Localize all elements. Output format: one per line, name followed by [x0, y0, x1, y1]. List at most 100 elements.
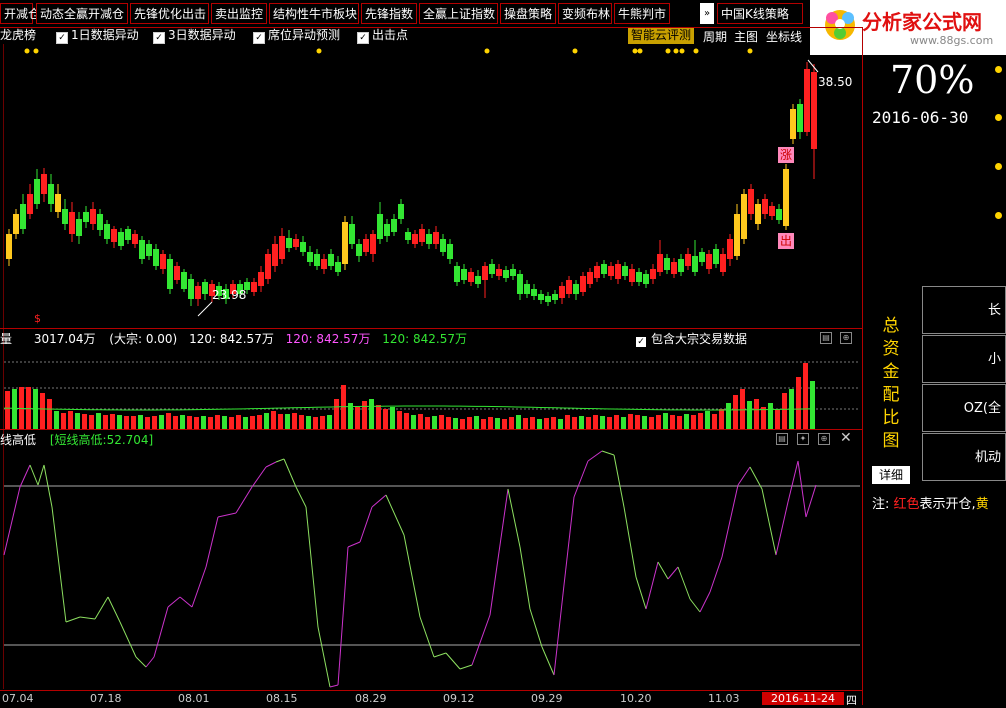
longhubang-label: 龙虎榜	[0, 28, 36, 43]
menu-axis[interactable]: 坐标线	[766, 28, 802, 45]
strategy-dropdown[interactable]: 中国K线策略	[717, 3, 803, 24]
close-icon[interactable]: ✕	[840, 430, 852, 446]
volume-chart[interactable]	[0, 346, 862, 429]
more-buttons-icon[interactable]: »	[700, 3, 714, 24]
toolbar-button-maichu-jiankong[interactable]: 卖出监控	[211, 3, 267, 24]
candle-body	[153, 249, 159, 266]
volume-bar	[180, 415, 185, 429]
longhubang-text: 龙虎榜	[0, 28, 37, 42]
candlestick-chart[interactable]	[0, 44, 862, 328]
oscillator-line	[613, 454, 625, 508]
ai-evaluate-button[interactable]: 智能云评测	[628, 27, 695, 44]
zoom-icon[interactable]: ⊕	[818, 433, 830, 445]
volume-bar	[208, 417, 213, 429]
volume-bar	[810, 381, 815, 429]
candle-body	[363, 239, 369, 252]
zoom-icon[interactable]: ⊕	[840, 332, 852, 344]
signal-dot	[33, 48, 39, 54]
candle-body	[489, 264, 495, 274]
candle-body	[790, 109, 796, 139]
checkbox-1day[interactable]: ✓	[56, 32, 68, 44]
oscillator-line	[19, 464, 31, 488]
toolbar-button-bianpin[interactable]: 变频布林	[558, 3, 612, 24]
checkbox-3day[interactable]: ✓	[153, 32, 165, 44]
axis-date: 09.29	[531, 692, 563, 705]
volume-bar	[509, 417, 514, 429]
toolbar-button-niuxiong[interactable]: 牛熊判市	[614, 3, 670, 24]
candle-body	[265, 254, 271, 279]
candle-body	[174, 266, 180, 280]
oscillator-line	[359, 506, 373, 543]
oscillator-line	[459, 664, 473, 670]
volume-bar	[670, 415, 675, 429]
signal-dot	[632, 48, 638, 54]
candle-body	[104, 224, 110, 239]
toolbar-button-dongtai[interactable]: 动态全赢开减仓	[36, 3, 128, 24]
oscillator-line	[445, 652, 461, 670]
low-price-label: 23.98	[212, 288, 247, 302]
checkbox-seat[interactable]: ✓	[253, 32, 265, 44]
title-char: 资	[882, 339, 900, 359]
volume-bar	[285, 414, 290, 429]
panel-menu-icon[interactable]: ▤	[820, 332, 832, 344]
signal-dot	[679, 48, 685, 54]
candle-body	[643, 274, 649, 284]
include-bulk-toggle[interactable]: ✓ 包含大宗交易数据	[636, 330, 747, 347]
candle-body	[720, 254, 726, 272]
axis-date: 11.03	[708, 692, 740, 705]
volume-bar	[691, 415, 696, 429]
divider	[0, 690, 862, 691]
candle-body	[90, 209, 96, 224]
check-3day[interactable]: ✓ 3日数据异动	[153, 28, 236, 44]
volume-bar	[12, 389, 17, 429]
legend-note: 注: 红色表示开仓,黄	[872, 493, 989, 512]
toolbar-button-jiegouxing[interactable]: 结构性牛市板块	[269, 3, 359, 24]
candle-body	[405, 232, 411, 240]
volume-header: 量 3017.04万 (大宗: 0.00) 120: 842.57万 120: …	[0, 330, 467, 347]
checkbox-attack[interactable]: ✓	[357, 32, 369, 44]
volume-bar	[558, 419, 563, 429]
candle-body	[755, 204, 761, 224]
oscillator-line	[775, 501, 789, 556]
menu-main-chart[interactable]: 主图	[734, 28, 758, 45]
oscillator-line	[737, 466, 751, 486]
toolbar-button-xianfeng-zhishu[interactable]: 先锋指数	[361, 3, 417, 24]
oscillator-line	[541, 646, 555, 676]
candle-body	[314, 254, 320, 266]
toolbar-button-xianfeng-youhua[interactable]: 先锋优化出击	[130, 3, 209, 24]
axis-date: 10.20	[620, 692, 652, 705]
oscillator-line	[337, 546, 349, 686]
candle-body	[398, 204, 404, 219]
volume-bar	[733, 395, 738, 429]
oscillator-line	[317, 626, 331, 688]
oscillator-line	[433, 652, 447, 658]
check-1day[interactable]: ✓ 1日数据异动	[56, 28, 139, 44]
volume-bar	[411, 415, 416, 429]
panel-menu-icon[interactable]: ▤	[776, 433, 788, 445]
toolbar-button-kaijiancang[interactable]: 开减仓	[0, 3, 40, 24]
volume-bar	[446, 417, 451, 429]
volume-bar	[75, 413, 80, 429]
candle-body	[678, 259, 684, 272]
detail-button[interactable]: 详细	[872, 466, 910, 484]
oscillator-chart[interactable]	[0, 447, 862, 690]
oscillator-line	[235, 486, 253, 514]
candle-body	[419, 229, 425, 242]
check-attack[interactable]: ✓ 出击点	[357, 28, 408, 44]
volume-bar	[768, 403, 773, 429]
candle-body	[622, 266, 628, 276]
candle-body	[384, 224, 390, 236]
oscillator-line	[677, 566, 691, 600]
volume-bar	[306, 416, 311, 429]
oscillator-line	[563, 496, 575, 586]
volume-bar	[61, 413, 66, 429]
candle-body	[62, 209, 68, 224]
volume-bar	[236, 415, 241, 429]
toolbar-button-quanying-shangzheng[interactable]: 全赢上证指数	[419, 3, 498, 24]
toolbar-button-caopan[interactable]: 操盘策略	[500, 3, 556, 24]
menu-period[interactable]: 周期	[703, 28, 727, 45]
oscillator-line	[37, 464, 45, 486]
check-seat[interactable]: ✓ 席位异动预测	[253, 28, 340, 44]
pin-icon[interactable]: ✦	[797, 433, 809, 445]
osc-header: 线高低 [短线高低:52.704]	[0, 431, 153, 448]
